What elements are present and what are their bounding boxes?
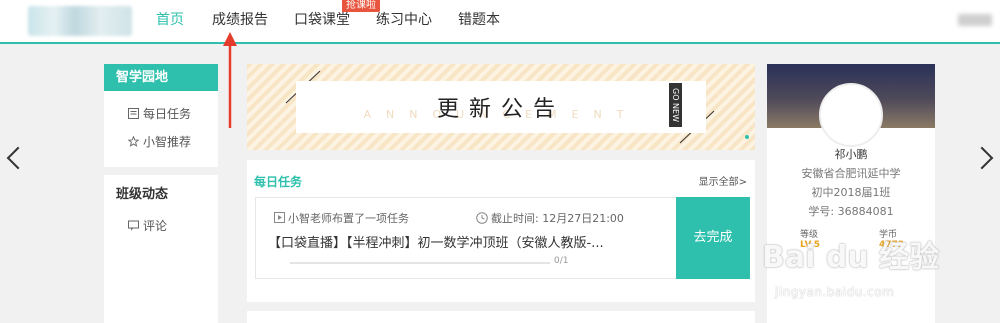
task-deadline-text: 截止时间: 12月27日21:00	[491, 212, 624, 225]
nav-score-report[interactable]: 成绩报告	[212, 11, 268, 29]
carousel-next-arrow-icon[interactable]	[970, 146, 994, 170]
profile-class: 初中2018届1班	[811, 186, 891, 199]
nav-mistake-book[interactable]: 错题本	[458, 11, 500, 29]
task-deadline: 截止时间: 12月27日21:00	[476, 210, 624, 226]
nav-home[interactable]: 首页	[156, 11, 184, 29]
task-card: 小智老师布置了一项任务 截止时间: 12月27日21:00 【口袋直播】【半程冲…	[255, 197, 750, 279]
sidebar-section-title: 班级动态	[116, 187, 169, 202]
watermark-url: jingyan.baidu.com	[775, 285, 895, 299]
sidebar-item-comment[interactable]: 评论	[128, 218, 167, 234]
carousel-prev-arrow-icon[interactable]	[6, 146, 30, 170]
task-assigner-text: 小智老师布置了一项任务	[288, 212, 409, 225]
go-complete-button[interactable]: 去完成	[676, 197, 750, 279]
banner-title: 更新公告	[436, 97, 565, 122]
sidebar-divider	[104, 167, 218, 175]
sidebar: 智学园地 每日任务 小智推荐 班级动态 评论	[104, 64, 218, 323]
watermark-brand: Bai du 经验	[762, 240, 940, 275]
sidebar-item-recommend[interactable]: 小智推荐	[128, 134, 191, 150]
task-assigner: 小智老师布置了一项任务	[274, 210, 409, 226]
task-progress-bar	[290, 262, 550, 264]
daily-task-panel: 每日任务 显示全部> 小智老师布置了一项任务 截止时间: 12月27日21:00…	[247, 160, 755, 302]
banner-card: ANNOUNCEMENT 更新公告 GO NEW	[296, 81, 706, 133]
star-icon	[128, 136, 139, 147]
go-new-tag: GO NEW	[669, 83, 682, 127]
document-icon	[128, 108, 139, 119]
user-menu[interactable]	[958, 14, 992, 26]
sidebar-item-daily-task[interactable]: 每日任务	[128, 106, 191, 122]
clock-icon	[476, 212, 488, 224]
top-navigation-bar: 首页 成绩报告 口袋课堂 抢课啦 练习中心 错题本	[0, 0, 1000, 44]
sidebar-item-label: 评论	[143, 219, 168, 233]
show-all-link[interactable]: 显示全部>	[699, 173, 747, 188]
grab-class-badge: 抢课啦	[342, 0, 380, 12]
panel-title: 每日任务	[254, 175, 303, 189]
profile-school: 安徽省合肥讯延中学	[801, 167, 901, 180]
profile-student-id: 学号: 36884081	[808, 205, 894, 218]
comment-icon	[128, 220, 139, 231]
profile-name: 祁小鹏	[834, 148, 868, 161]
sidebar-section-title: 智学园地	[104, 64, 218, 91]
task-progress-count: 0/1	[554, 256, 569, 266]
sidebar-item-label: 小智推荐	[143, 135, 192, 149]
nav-practice-center[interactable]: 练习中心	[376, 11, 432, 29]
lower-panel	[247, 311, 755, 323]
avatar[interactable]	[819, 83, 883, 147]
nav-pocket-classroom[interactable]: 口袋课堂	[294, 11, 350, 29]
announcement-banner[interactable]: ANNOUNCEMENT 更新公告 GO NEW	[247, 64, 755, 150]
sidebar-item-label: 每日任务	[143, 107, 192, 121]
task-course-title[interactable]: 【口袋直播】【半程冲刺】初一数学冲顶班（安徽人教版-...	[268, 232, 604, 251]
carousel-indicator-dot[interactable]	[745, 135, 749, 139]
annotation-arrow-icon	[223, 32, 237, 128]
play-square-icon	[274, 212, 285, 223]
site-logo[interactable]	[28, 6, 132, 36]
